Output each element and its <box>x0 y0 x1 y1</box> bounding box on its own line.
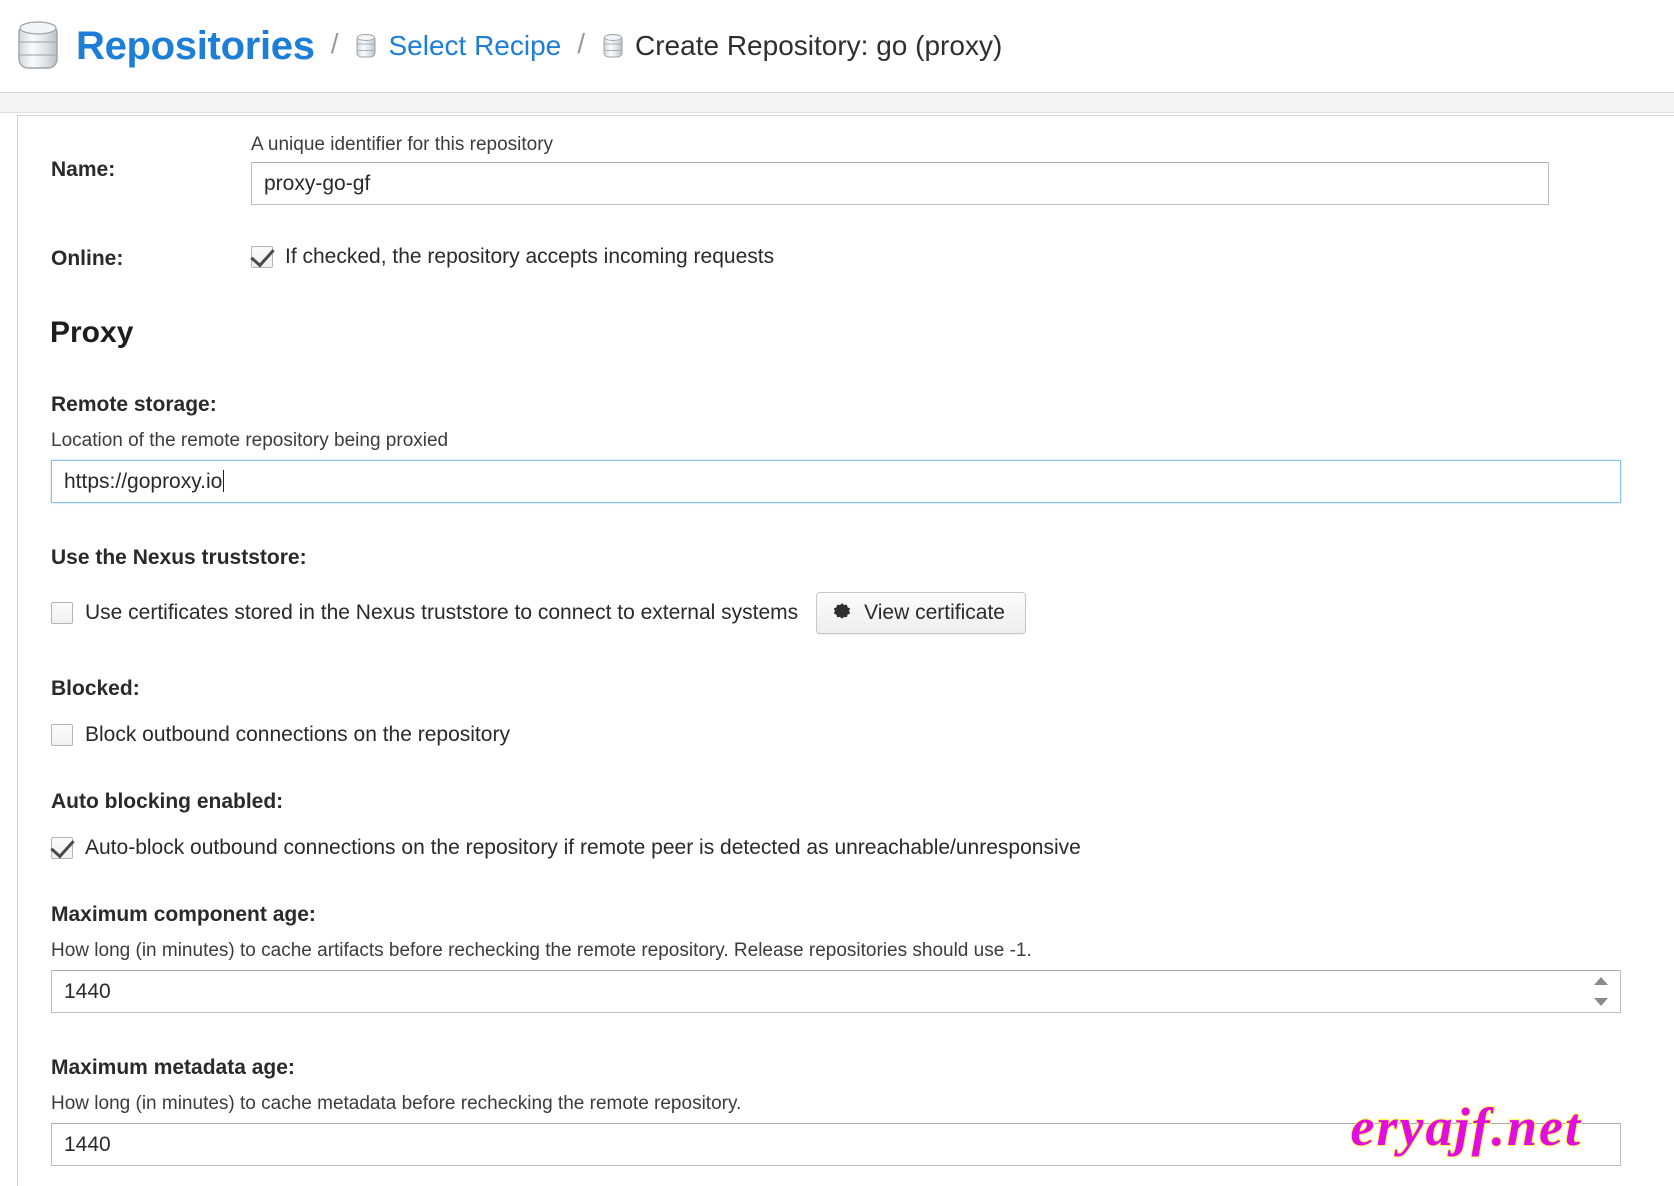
remote-storage-hint: Location of the remote repository being … <box>51 430 449 451</box>
repository-form-panel: Name: A unique identifier for this repos… <box>17 115 1674 1186</box>
auto-blocking-checkbox[interactable] <box>51 837 73 859</box>
blocked-checkbox[interactable] <box>51 724 73 746</box>
name-input[interactable] <box>251 162 1549 205</box>
truststore-label: Use the Nexus truststore: <box>51 546 307 569</box>
view-certificate-button[interactable]: View certificate <box>816 592 1026 634</box>
max-component-age-field <box>51 970 1621 1013</box>
truststore-checkbox-label: Use certificates stored in the Nexus tru… <box>85 601 799 624</box>
database-icon <box>354 32 378 60</box>
text-caret <box>223 470 225 492</box>
online-label: Online: <box>51 247 124 270</box>
breadcrumb: Repositories / Select Recipe / Create Re… <box>0 0 1674 93</box>
auto-blocking-checkbox-label: Auto-block outbound connections on the r… <box>85 836 1081 859</box>
truststore-checkbox[interactable] <box>51 602 73 624</box>
blocked-label: Blocked: <box>51 677 140 700</box>
breadcrumb-label-repositories: Repositories <box>76 23 315 68</box>
max-component-age-stepper[interactable] <box>1593 977 1609 1006</box>
proxy-section-title: Proxy <box>50 316 134 349</box>
auto-blocking-checkbox-row[interactable]: Auto-block outbound connections on the r… <box>51 836 1641 860</box>
truststore-checkbox-row[interactable]: Use certificates stored in the Nexus tru… <box>51 592 1641 634</box>
auto-blocking-label: Auto blocking enabled: <box>51 790 284 813</box>
view-certificate-label: View certificate <box>864 601 1005 624</box>
breadcrumb-item-repositories[interactable]: Repositories <box>14 18 315 74</box>
max-metadata-age-input[interactable] <box>51 1123 1621 1166</box>
name-hint: A unique identifier for this repository <box>251 134 554 155</box>
max-metadata-age-hint: How long (in minutes) to cache metadata … <box>51 1093 742 1114</box>
database-icon <box>14 18 62 74</box>
online-checkbox-row[interactable]: If checked, the repository accepts incom… <box>251 223 1641 269</box>
max-component-age-hint: How long (in minutes) to cache artifacts… <box>51 940 1032 961</box>
blocked-checkbox-row[interactable]: Block outbound connections on the reposi… <box>51 723 1641 747</box>
header-divider-band <box>0 93 1674 113</box>
chevron-up-icon[interactable] <box>1594 977 1608 985</box>
blocked-checkbox-label: Block outbound connections on the reposi… <box>85 723 510 746</box>
database-icon <box>601 32 625 60</box>
chevron-down-icon[interactable] <box>1594 998 1608 1006</box>
max-component-age-input[interactable] <box>51 970 1621 1013</box>
breadcrumb-label-create-repository: Create Repository: go (proxy) <box>635 30 1003 61</box>
online-checkbox[interactable] <box>251 246 273 268</box>
certificate-seal-icon <box>831 602 853 624</box>
breadcrumb-item-select-recipe[interactable]: Select Recipe <box>354 30 561 62</box>
max-metadata-age-field <box>51 1123 1621 1166</box>
breadcrumb-separator-1: / <box>330 28 339 59</box>
breadcrumb-separator-2: / <box>577 28 586 59</box>
max-component-age-label: Maximum component age: <box>51 903 316 926</box>
online-field-row: Online: If checked, the repository accep… <box>51 223 1641 271</box>
max-metadata-age-label: Maximum metadata age: <box>51 1056 295 1079</box>
name-label: Name: <box>51 158 116 181</box>
remote-storage-input[interactable]: https://goproxy.io <box>51 460 1621 503</box>
remote-storage-label: Remote storage: <box>51 393 217 416</box>
breadcrumb-label-select-recipe: Select Recipe <box>388 30 562 61</box>
name-field-row: Name: A unique identifier for this repos… <box>51 134 1641 205</box>
online-checkbox-label: If checked, the repository accepts incom… <box>285 245 775 268</box>
remote-storage-value: https://goproxy.io <box>64 470 223 493</box>
breadcrumb-item-create-repository: Create Repository: go (proxy) <box>601 30 1002 62</box>
